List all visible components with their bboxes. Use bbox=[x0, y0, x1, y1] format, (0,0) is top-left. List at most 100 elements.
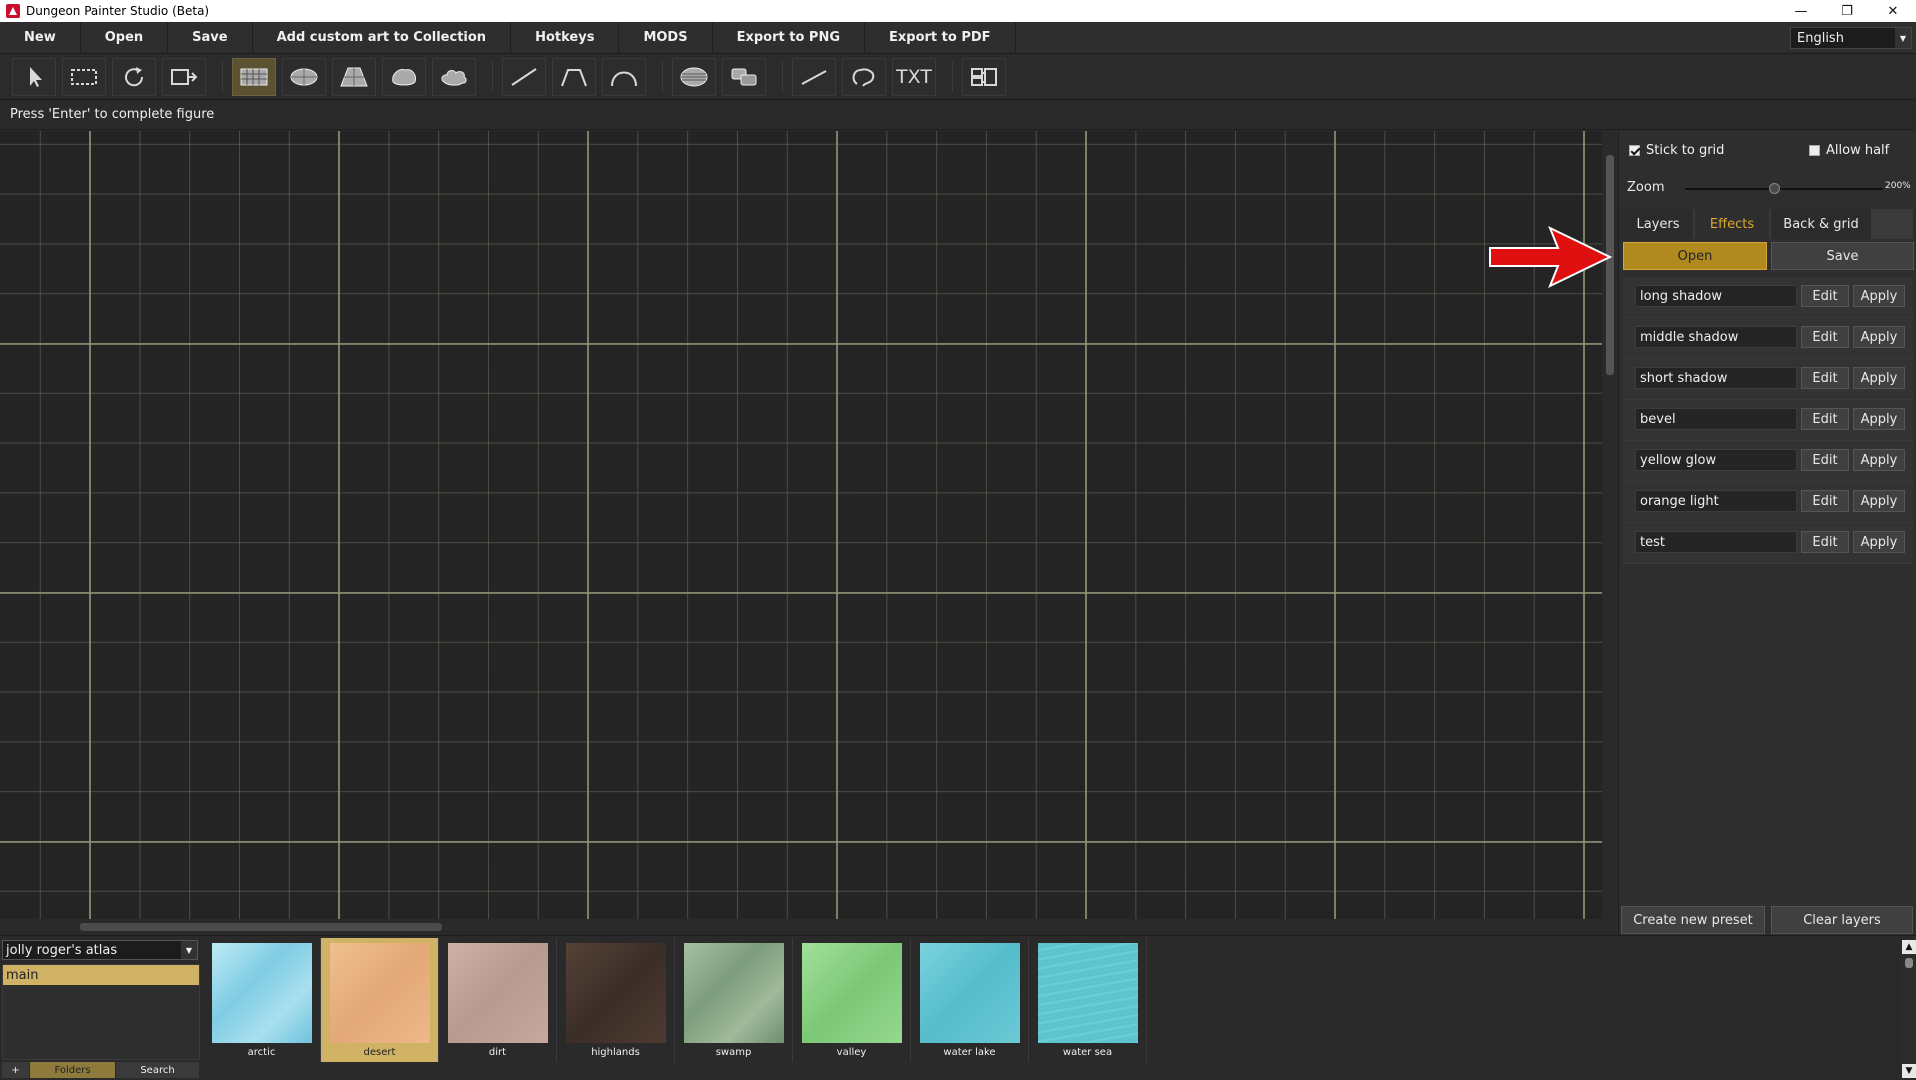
menu-add-custom-art[interactable]: Add custom art to Collection bbox=[253, 21, 512, 54]
edit-button[interactable]: Edit bbox=[1801, 449, 1849, 471]
menu-open[interactable]: Open bbox=[81, 21, 169, 54]
restore-button[interactable]: ❐ bbox=[1824, 0, 1870, 22]
texture-swamp[interactable]: swamp bbox=[675, 938, 793, 1062]
zoom-slider-handle[interactable] bbox=[1769, 183, 1780, 194]
select-arrow-icon[interactable] bbox=[12, 58, 56, 96]
menu-save[interactable]: Save bbox=[168, 21, 253, 54]
texture-arctic[interactable]: arctic bbox=[203, 938, 321, 1062]
collection-select[interactable]: jolly roger's atlas ▼ bbox=[2, 940, 198, 960]
apply-button[interactable]: Apply bbox=[1853, 490, 1905, 512]
checkbox-checked-icon bbox=[1629, 145, 1640, 156]
window-title: Dungeon Painter Studio (Beta) bbox=[26, 4, 210, 18]
texture-scrollbar[interactable]: ▲ ▼ bbox=[1902, 940, 1916, 1078]
edit-button[interactable]: Edit bbox=[1801, 408, 1849, 430]
preset-name-field[interactable]: test bbox=[1635, 531, 1797, 553]
map-canvas[interactable] bbox=[0, 131, 1602, 919]
polyline-wall-icon[interactable] bbox=[552, 58, 596, 96]
canvas-horizontal-scrollbar[interactable] bbox=[0, 919, 1618, 935]
texture-thumbnail bbox=[919, 943, 1020, 1043]
scroll-down-icon[interactable]: ▼ bbox=[1902, 1064, 1916, 1078]
apply-button[interactable]: Apply bbox=[1853, 531, 1905, 553]
texture-water-lake[interactable]: water lake bbox=[911, 938, 1029, 1062]
stick-to-grid-label: Stick to grid bbox=[1646, 143, 1725, 158]
preset-name-field[interactable]: short shadow bbox=[1635, 367, 1797, 389]
allow-half-label: Allow half bbox=[1826, 143, 1890, 158]
apply-button[interactable]: Apply bbox=[1853, 449, 1905, 471]
folder-item-main[interactable]: main bbox=[3, 965, 199, 985]
checkbox-unchecked-icon bbox=[1809, 145, 1820, 156]
rect-select-icon[interactable] bbox=[62, 58, 106, 96]
apply-button[interactable]: Apply bbox=[1853, 367, 1905, 389]
panel-tabs: Layers Effects Back & grid bbox=[1623, 209, 1913, 239]
edit-button[interactable]: Edit bbox=[1801, 326, 1849, 348]
texture-desert[interactable]: desert bbox=[321, 938, 439, 1062]
open-preset-button[interactable]: Open bbox=[1623, 242, 1767, 270]
merge-shapes-icon[interactable] bbox=[722, 58, 766, 96]
rotate-icon[interactable] bbox=[112, 58, 156, 96]
preset-name-field[interactable]: orange light bbox=[1635, 490, 1797, 512]
preset-name-field[interactable]: yellow glow bbox=[1635, 449, 1797, 471]
scroll-thumb[interactable] bbox=[1905, 958, 1913, 968]
apply-button[interactable]: Apply bbox=[1853, 408, 1905, 430]
zoom-value: 200% bbox=[1885, 181, 1911, 191]
preset-name-field[interactable]: bevel bbox=[1635, 408, 1797, 430]
collection-tabs: + Folders Search bbox=[2, 1062, 200, 1078]
texture-highlands[interactable]: highlands bbox=[557, 938, 675, 1062]
allow-half-checkbox[interactable]: Allow half bbox=[1809, 143, 1889, 158]
save-preset-button[interactable]: Save bbox=[1771, 242, 1914, 270]
cloud-room-icon[interactable] bbox=[432, 58, 476, 96]
tab-back-grid[interactable]: Back & grid bbox=[1771, 209, 1873, 239]
tab-folders[interactable]: Folders bbox=[30, 1062, 116, 1078]
edit-button[interactable]: Edit bbox=[1801, 531, 1849, 553]
edit-button[interactable]: Edit bbox=[1801, 490, 1849, 512]
menu-mods[interactable]: MODS bbox=[619, 21, 713, 54]
move-to-icon[interactable] bbox=[162, 58, 206, 96]
tab-search[interactable]: Search bbox=[116, 1062, 200, 1078]
trapezoid-room-icon[interactable] bbox=[332, 58, 376, 96]
list-item: long shadow Edit Apply bbox=[1623, 277, 1913, 318]
texture-label: arctic bbox=[247, 1047, 276, 1058]
minimize-button[interactable]: — bbox=[1778, 0, 1824, 22]
zoom-slider[interactable] bbox=[1685, 188, 1883, 190]
scroll-thumb[interactable] bbox=[80, 923, 442, 931]
stick-to-grid-checkbox[interactable]: Stick to grid bbox=[1629, 143, 1724, 158]
tab-effects[interactable]: Effects bbox=[1695, 209, 1771, 239]
grid-room-icon[interactable] bbox=[232, 58, 276, 96]
list-item: yellow glow Edit Apply bbox=[1623, 441, 1913, 482]
toolbar-divider bbox=[662, 62, 663, 92]
toolbar: TXT bbox=[0, 54, 1916, 100]
line-path-icon[interactable] bbox=[792, 58, 836, 96]
apply-button[interactable]: Apply bbox=[1853, 326, 1905, 348]
edit-button[interactable]: Edit bbox=[1801, 367, 1849, 389]
menu-export-pdf[interactable]: Export to PDF bbox=[865, 21, 1016, 54]
create-preset-button[interactable]: Create new preset bbox=[1621, 906, 1765, 934]
freeform-path-icon[interactable] bbox=[842, 58, 886, 96]
text-icon[interactable]: TXT bbox=[892, 58, 936, 96]
language-select[interactable]: English ▼ bbox=[1790, 27, 1912, 49]
grid-map-icon[interactable] bbox=[962, 58, 1006, 96]
preset-name-field[interactable]: middle shadow bbox=[1635, 326, 1797, 348]
arc-wall-icon[interactable] bbox=[602, 58, 646, 96]
apply-button[interactable]: Apply bbox=[1853, 285, 1905, 307]
line-wall-icon[interactable] bbox=[502, 58, 546, 96]
clear-layers-button[interactable]: Clear layers bbox=[1771, 906, 1913, 934]
texture-dirt[interactable]: dirt bbox=[439, 938, 557, 1062]
menu-export-png[interactable]: Export to PNG bbox=[713, 21, 865, 54]
texture-thumbnail bbox=[211, 943, 312, 1043]
add-folder-button[interactable]: + bbox=[2, 1062, 30, 1078]
preset-name-field[interactable]: long shadow bbox=[1635, 285, 1797, 307]
ellipse-room-icon[interactable] bbox=[282, 58, 326, 96]
texture-valley[interactable]: valley bbox=[793, 938, 911, 1062]
close-button[interactable]: ✕ bbox=[1870, 0, 1916, 22]
scroll-up-icon[interactable]: ▲ bbox=[1902, 940, 1916, 954]
blob-room-icon[interactable] bbox=[382, 58, 426, 96]
tab-layers[interactable]: Layers bbox=[1623, 209, 1695, 239]
layer-stack-icon[interactable] bbox=[672, 58, 716, 96]
toolbar-divider bbox=[492, 62, 493, 92]
menu-hotkeys[interactable]: Hotkeys bbox=[511, 21, 620, 54]
edit-button[interactable]: Edit bbox=[1801, 285, 1849, 307]
menu-new[interactable]: New bbox=[0, 21, 81, 54]
texture-water-sea[interactable]: water sea bbox=[1029, 938, 1147, 1062]
texture-label: highlands bbox=[591, 1047, 640, 1058]
chevron-down-icon: ▼ bbox=[1895, 28, 1911, 48]
